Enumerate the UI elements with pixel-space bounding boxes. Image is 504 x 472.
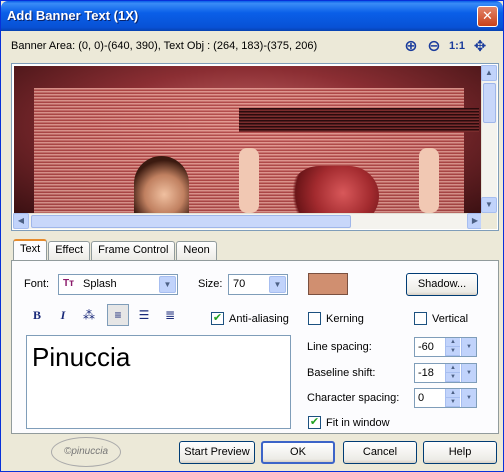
tab-effect[interactable]: Effect [48, 241, 91, 260]
tab-neon[interactable]: Neon [176, 241, 217, 260]
kerning-label: Kerning [326, 313, 364, 325]
character-spacing-spinner[interactable]: 0 ▲ ▼ ▼ [414, 388, 477, 408]
fit-window-icon[interactable]: ✥ [471, 37, 489, 55]
chevron-down-icon[interactable]: ▼ [461, 364, 476, 382]
rose-image [289, 166, 379, 214]
chevron-down-icon[interactable]: ▼ [159, 276, 176, 293]
font-value: Splash [83, 278, 117, 290]
line-spacing-label: Line spacing: [307, 341, 372, 353]
vertical-label: Vertical [432, 313, 469, 325]
scroll-corner [481, 213, 497, 229]
font-select[interactable]: Tт Splash ▼ [58, 274, 178, 295]
dark-stripe [239, 108, 479, 132]
close-icon[interactable]: ✕ [477, 6, 498, 27]
character-spacing-label: Character spacing: [307, 392, 400, 404]
banner-area-info: Banner Area: (0, 0)-(640, 390), Text Obj… [11, 40, 318, 52]
left-hand-image [239, 148, 259, 213]
align-left-icon[interactable]: ≡ [107, 304, 129, 326]
ok-button[interactable]: OK [261, 441, 335, 464]
vertical-scroll-thumb[interactable] [483, 83, 496, 123]
tab-text[interactable]: Text [13, 239, 48, 260]
font-type-icon: Tт [63, 278, 75, 289]
banner-preview[interactable]: ▲ ▼ ◀ ▶ [11, 63, 499, 231]
italic-button[interactable]: I [52, 304, 74, 326]
add-banner-text-dialog: Add Banner Text (1X) ✕ Banner Area: (0, … [0, 0, 504, 472]
size-label: Size: [198, 278, 223, 290]
baseline-shift-spinner[interactable]: -18 ▲ ▼ ▼ [414, 363, 477, 383]
text-tab-panel: Font: Tт Splash ▼ Size: 70 ▼ Shadow... B… [11, 260, 499, 434]
actual-size-button[interactable]: 1:1 [448, 37, 466, 55]
spin-updown-icon[interactable]: ▲ ▼ [445, 338, 460, 356]
align-center-icon[interactable]: ☰ [133, 304, 155, 326]
kerning-checkbox[interactable] [308, 312, 321, 325]
fit-in-window-label: Fit in window [326, 417, 390, 429]
italic-glyph: I [60, 308, 66, 322]
scroll-up-icon[interactable]: ▲ [481, 65, 497, 81]
shadow-button[interactable]: Shadow... [406, 273, 478, 296]
line-spacing-value: -60 [418, 341, 434, 353]
size-value: 70 [233, 278, 246, 290]
zoom-out-icon[interactable]: ⊖ [425, 37, 443, 55]
chevron-down-icon[interactable]: ▼ [461, 338, 476, 356]
title-bar[interactable]: Add Banner Text (1X) ✕ [1, 1, 503, 31]
line-spacing-spinner[interactable]: -60 ▲ ▼ ▼ [414, 337, 477, 357]
anti-aliasing-label: Anti-aliasing [229, 313, 289, 325]
scroll-left-icon[interactable]: ◀ [13, 213, 29, 229]
tab-frame-control[interactable]: Frame Control [91, 241, 176, 260]
right-hand-image [419, 148, 439, 213]
help-button[interactable]: Help [423, 441, 497, 464]
fit-in-window-checkbox[interactable]: ✔ [308, 416, 321, 429]
chevron-down-icon[interactable]: ▼ [269, 276, 286, 293]
scroll-down-icon[interactable]: ▼ [481, 197, 497, 213]
vertical-scrollbar[interactable]: ▲ ▼ [481, 65, 497, 213]
banner-text-input[interactable]: Pinuccia [26, 335, 291, 429]
text-color-swatch[interactable] [308, 273, 348, 295]
vertical-checkbox[interactable] [414, 312, 427, 325]
anti-aliasing-checkbox[interactable]: ✔ [211, 312, 224, 325]
bold-button[interactable]: B [26, 304, 48, 326]
horizontal-scrollbar[interactable]: ◀ ▶ [13, 213, 483, 229]
pinuccia-logo: ©pinuccia [51, 437, 121, 467]
banner-canvas [14, 66, 484, 214]
chevron-down-icon[interactable]: ▼ [461, 389, 476, 407]
character-spacing-value: 0 [418, 392, 425, 404]
cancel-button[interactable]: Cancel [343, 441, 417, 464]
baseline-shift-value: -18 [418, 367, 434, 379]
window-title: Add Banner Text (1X) [7, 8, 139, 23]
shadow-style-icon[interactable]: ⁂ [78, 304, 100, 326]
spin-updown-icon[interactable]: ▲ ▼ [445, 389, 460, 407]
zoom-in-icon[interactable]: ⊕ [402, 37, 420, 55]
horizontal-scroll-thumb[interactable] [31, 215, 351, 228]
align-right-icon[interactable]: ≣ [159, 304, 181, 326]
tab-strip: Text Effect Frame Control Neon [13, 239, 218, 261]
woman-portrait [134, 156, 189, 214]
baseline-shift-label: Baseline shift: [307, 367, 376, 379]
zoom-toolbar: ⊕ ⊖ 1:1 ✥ [402, 37, 489, 55]
spin-updown-icon[interactable]: ▲ ▼ [445, 364, 460, 382]
size-select[interactable]: 70 ▼ [228, 274, 288, 295]
start-preview-button[interactable]: Start Preview [179, 441, 255, 464]
font-label: Font: [24, 278, 50, 290]
